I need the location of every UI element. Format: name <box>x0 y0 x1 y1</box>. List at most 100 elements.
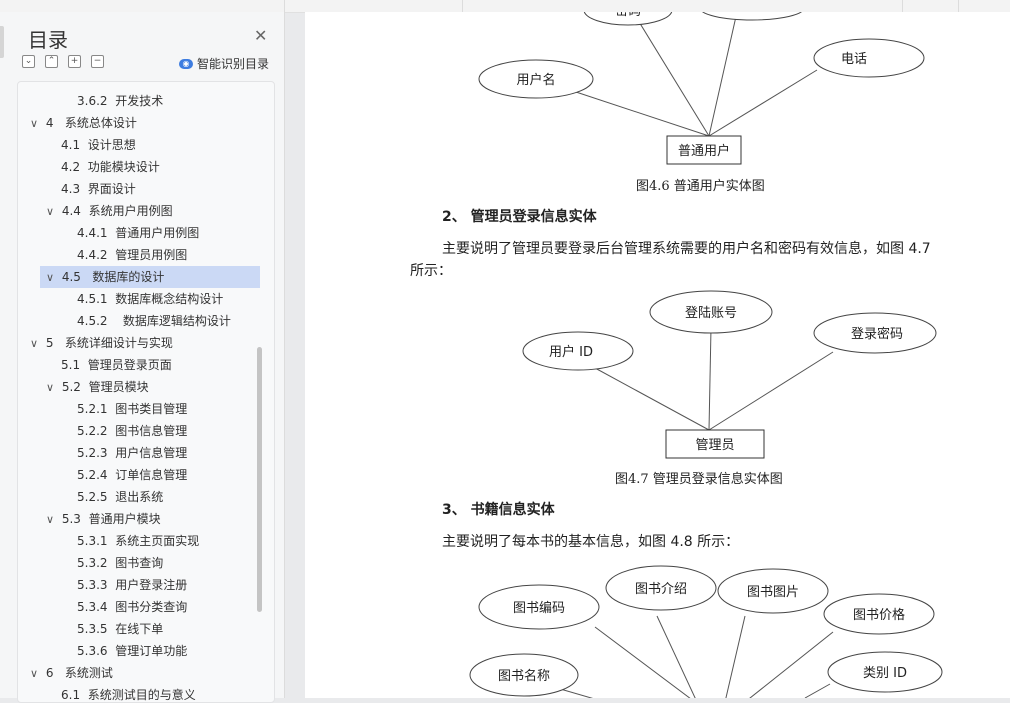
toc-label: 普通用户模块 <box>88 512 161 526</box>
toolbar-divider <box>462 0 463 12</box>
attr-book-image: 图书图片 <box>747 585 799 600</box>
toc-item[interactable]: 4.4.1 普通用户用例图 <box>77 222 199 244</box>
toc-item[interactable]: ∨ 6 系统测试 <box>30 662 113 684</box>
toc-label: 用户登录注册 <box>115 578 188 592</box>
toc-item[interactable]: 5.2.3 用户信息管理 <box>77 442 187 464</box>
toc-label: 系统测试 <box>64 666 113 680</box>
toc-num: 5.2.2 <box>77 424 108 438</box>
sidebar-resize-handle[interactable] <box>0 26 4 58</box>
toc-item[interactable]: ∨ 4 系统总体设计 <box>30 112 137 134</box>
toc-item[interactable]: 5.3.3 用户登录注册 <box>77 574 187 596</box>
chevron-down-icon[interactable]: ∨ <box>46 509 58 531</box>
collapse-all-icon[interactable]: ⌄ <box>22 55 35 68</box>
toolbar-divider <box>284 0 285 12</box>
toc-num: 4.4.1 <box>77 226 108 240</box>
section-heading: 2、 管理员登录信息实体 <box>442 209 597 225</box>
toc-item[interactable]: ∨ 5 系统详细设计与实现 <box>30 332 173 354</box>
attr-username: 用户名 <box>516 72 555 88</box>
toc-item[interactable]: 5.3.1 系统主页面实现 <box>77 530 199 552</box>
chevron-down-icon[interactable]: ∨ <box>30 113 42 135</box>
toc-title: 目录 <box>28 28 68 52</box>
toc-num: 5.2.5 <box>77 490 108 504</box>
plus-icon[interactable]: + <box>68 55 81 68</box>
ai-icon: ◉ <box>179 58 193 69</box>
toc-num: 4.1 <box>61 138 81 152</box>
toc-item[interactable]: 4.4.2 管理员用例图 <box>77 244 187 266</box>
chevron-down-icon[interactable]: ∨ <box>46 267 58 289</box>
toc-num: 5.3 <box>61 512 81 526</box>
chevron-down-icon[interactable]: ∨ <box>30 663 42 685</box>
er-diagram-user: 密码 用户名 电话 普通用户 <box>478 12 925 165</box>
toc-num: 5.3.3 <box>77 578 108 592</box>
paragraph-line: 主要说明了每本书的基本信息，如图 4.8 所示： <box>442 534 740 550</box>
toc-scrollbar[interactable] <box>257 347 262 612</box>
figure-caption: 图4.6 普通用户实体图 <box>636 179 765 194</box>
toc-num: 5.2.1 <box>77 402 108 416</box>
toc-num: 5.3.1 <box>77 534 108 548</box>
attr-password: 密码 <box>615 12 641 19</box>
toc-label: 系统主页面实现 <box>115 534 200 548</box>
entity-user: 普通用户 <box>678 143 730 159</box>
toc-item[interactable]: 4.5.2 数据库逻辑结构设计 <box>77 310 231 332</box>
attr-login-account: 登陆账号 <box>685 305 737 321</box>
smart-toc-label: 智能识别目录 <box>197 57 270 71</box>
document-content: 密码 用户名 电话 普通用户 图4.6 普通用户实体图 2、 管理员登录信息实体… <box>305 12 1010 698</box>
toc-item[interactable]: 6.1 系统测试目的与意义 <box>61 684 196 702</box>
attr-category-id: 类别 ID <box>863 666 907 681</box>
chevron-down-icon[interactable]: ∨ <box>46 377 58 399</box>
chevron-down-icon[interactable]: ∨ <box>30 333 42 355</box>
toc-label: 数据库逻辑结构设计 <box>122 314 231 328</box>
attr-book-intro: 图书介绍 <box>635 582 687 597</box>
toc-label: 设计思想 <box>87 138 136 152</box>
attr-ellipse <box>813 38 925 78</box>
toc-list: 3.6.2 开发技术 ∨ 4 系统总体设计 4.1 设计思想 4.2 功能模块设… <box>17 81 275 703</box>
toc-label: 管理订单功能 <box>115 644 188 658</box>
toc-item[interactable]: ∨ 5.2 管理员模块 <box>46 376 149 398</box>
toolbar-divider <box>902 0 903 12</box>
toc-label: 订单信息管理 <box>115 468 188 482</box>
toc-item-selected[interactable]: ∨ 4.5 数据库的设计 <box>40 266 260 288</box>
toc-item[interactable]: 5.3.6 管理订单功能 <box>77 640 187 662</box>
toc-label: 管理员用例图 <box>115 248 188 262</box>
toc-toolbar: ⌄ ⌃ + − <box>22 55 104 68</box>
toc-label: 功能模块设计 <box>87 160 160 174</box>
toc-num: 4.5 <box>61 270 81 284</box>
toc-item[interactable]: 5.3.2 图书查询 <box>77 552 163 574</box>
close-icon[interactable]: ✕ <box>254 26 267 45</box>
minus-icon[interactable]: − <box>91 55 104 68</box>
toc-label: 系统总体设计 <box>64 116 137 130</box>
toc-item[interactable]: 5.2.4 订单信息管理 <box>77 464 187 486</box>
toc-item[interactable]: 4.5.1 数据库概念结构设计 <box>77 288 223 310</box>
toc-label: 数据库概念结构设计 <box>115 292 224 306</box>
toc-num: 5.1 <box>61 358 81 372</box>
toc-item[interactable]: 4.3 界面设计 <box>61 178 136 200</box>
toc-label: 系统用户用例图 <box>88 204 173 218</box>
toc-item[interactable]: 4.2 功能模块设计 <box>61 156 160 178</box>
toc-item[interactable]: 5.2.2 图书信息管理 <box>77 420 187 442</box>
attr-user-id: 用户 ID <box>549 344 593 360</box>
toc-item[interactable]: ∨ 4.4 系统用户用例图 <box>46 200 173 222</box>
toc-item[interactable]: 5.2.5 退出系统 <box>77 486 163 508</box>
toc-sidebar: 目录 ✕ ⌄ ⌃ + − ◉ 智能识别目录 3.6.2 开发技术 ∨ 4 系统总… <box>0 12 285 703</box>
attr-phone: 电话 <box>841 52 867 67</box>
toc-label: 系统详细设计与实现 <box>64 336 173 350</box>
toc-item[interactable]: 5.2.1 图书类目管理 <box>77 398 187 420</box>
toc-label: 图书分类查询 <box>115 600 188 614</box>
chevron-down-icon[interactable]: ∨ <box>46 201 58 223</box>
toc-num: 5.2.3 <box>77 446 108 460</box>
toc-item[interactable]: 4.1 设计思想 <box>61 134 136 156</box>
toc-item[interactable]: 3.6.2 开发技术 <box>77 90 163 112</box>
toc-item[interactable]: 5.3.5 在线下单 <box>77 618 163 640</box>
toc-item[interactable]: 5.1 管理员登录页面 <box>61 354 172 376</box>
toc-label: 图书信息管理 <box>115 424 188 438</box>
toc-num: 5.2 <box>61 380 81 394</box>
smart-toc-button[interactable]: ◉ 智能识别目录 <box>179 55 269 72</box>
toc-item[interactable]: 5.3.4 图书分类查询 <box>77 596 187 618</box>
toc-num: 5.3.6 <box>77 644 108 658</box>
toc-num: 4.2 <box>61 160 81 174</box>
toc-item[interactable]: ∨ 5.3 普通用户模块 <box>46 508 161 530</box>
expand-level-icon[interactable]: ⌃ <box>45 55 58 68</box>
document-page: 密码 用户名 电话 普通用户 图4.6 普通用户实体图 2、 管理员登录信息实体… <box>305 12 1010 698</box>
toc-label: 管理员登录页面 <box>87 358 172 372</box>
toc-label: 开发技术 <box>115 94 164 108</box>
